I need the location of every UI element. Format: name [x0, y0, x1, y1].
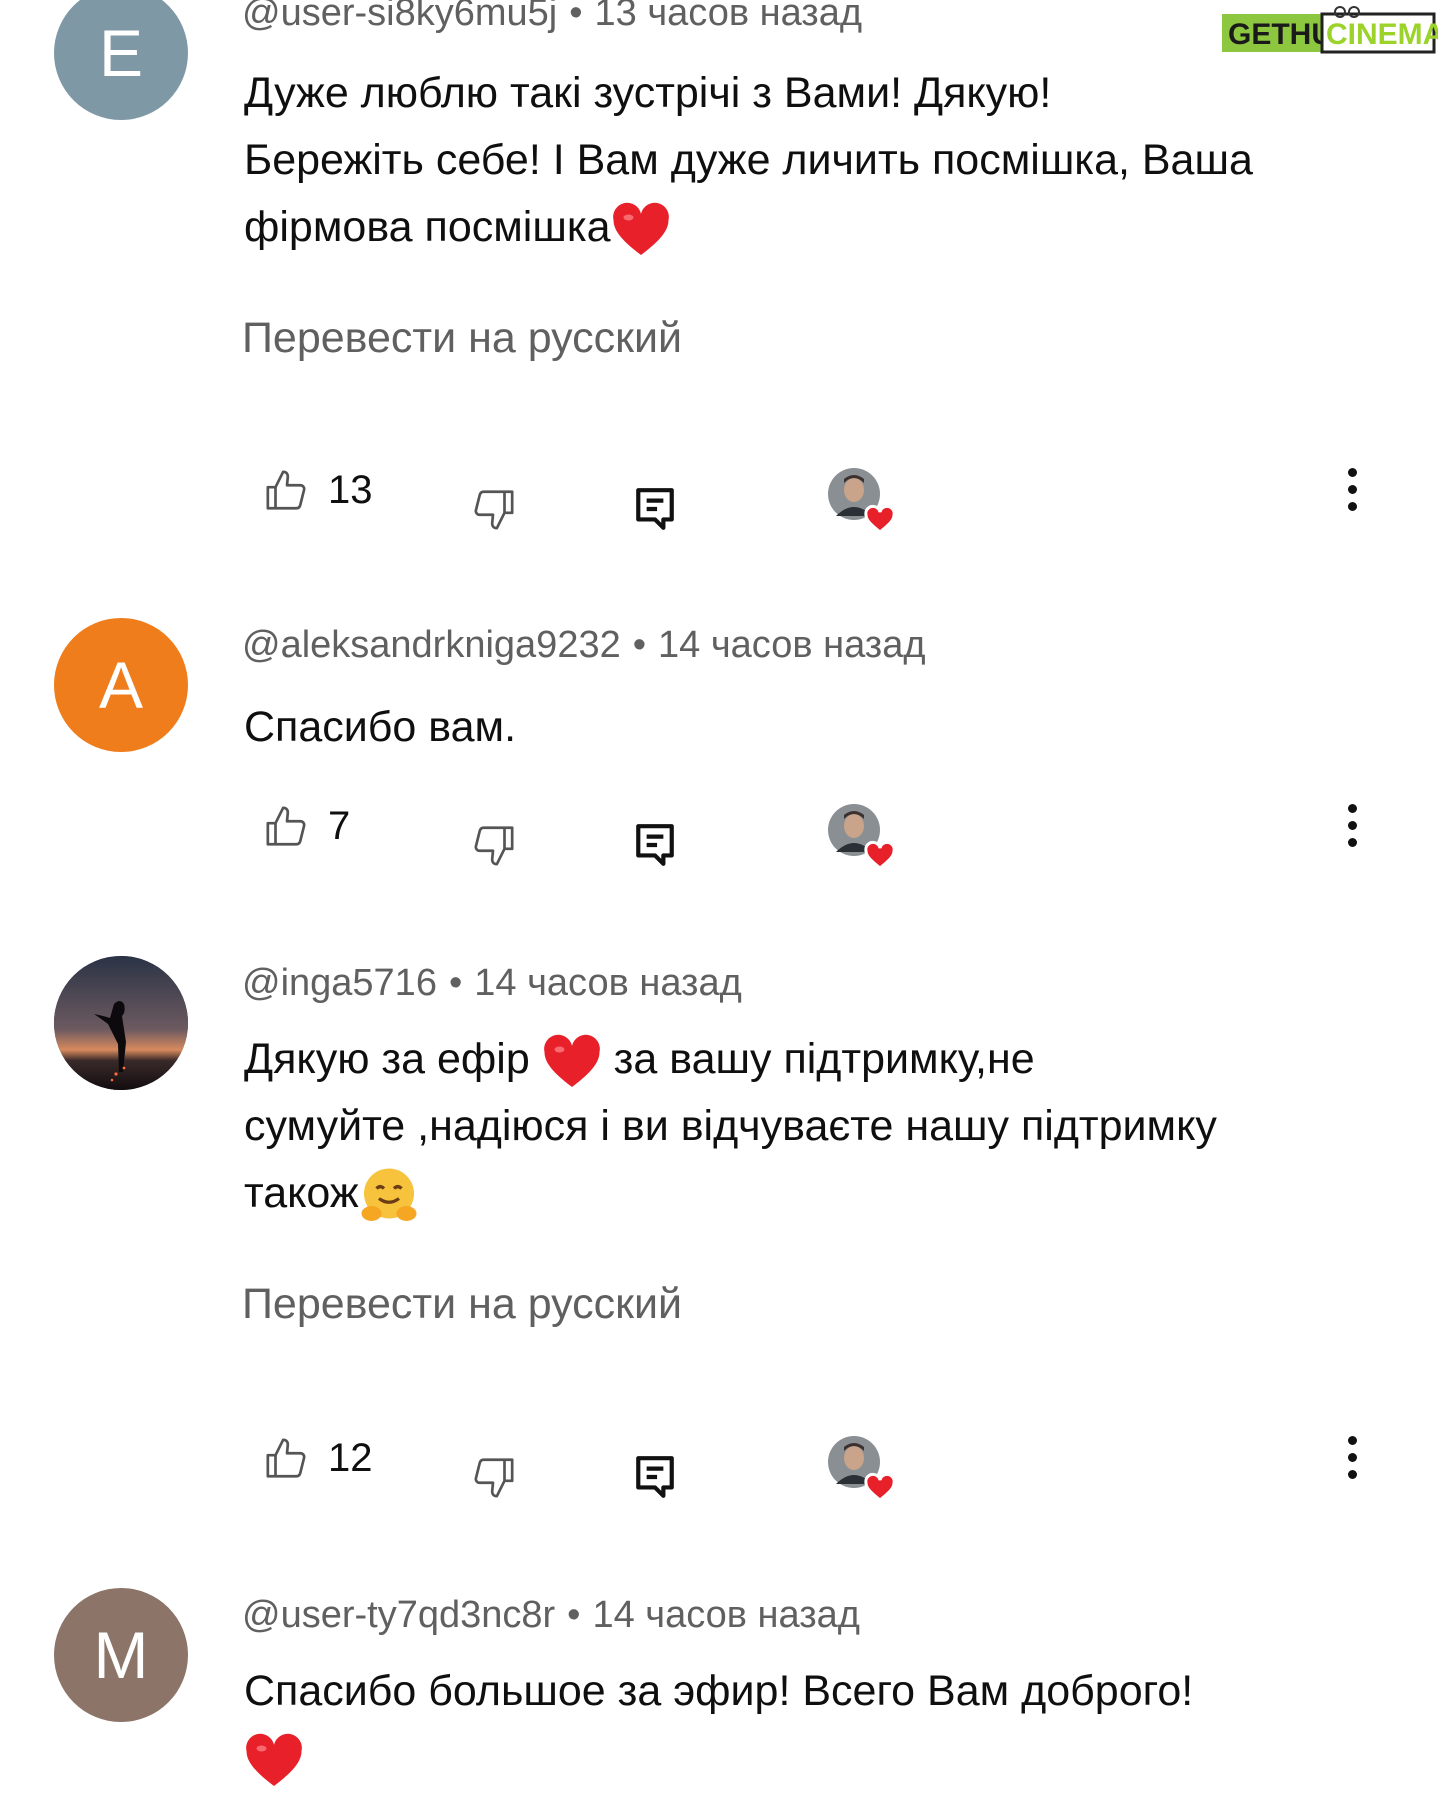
timestamp[interactable]: 14 часов назад [592, 1594, 859, 1636]
reply-icon[interactable] [634, 486, 676, 532]
hugging-face-icon [361, 1168, 417, 1221]
creator-avatar-icon [828, 1436, 896, 1502]
separator: • [569, 0, 583, 34]
avatar-user-ty7qd3nc8r[interactable]: M [54, 1588, 188, 1722]
comment-line: Бережіть себе! І Вам дуже личить посмішк… [244, 136, 1253, 184]
comment-text: Дуже люблю такі зустрічі з Вами! Дякую! … [244, 60, 1404, 261]
translate-link[interactable]: Перевести на русский [242, 314, 682, 363]
comment-line: Спасибо большое за эфир! Всего Вам добро… [244, 1667, 1194, 1715]
like-count: 12 [328, 1436, 373, 1480]
avatar-letter: E [98, 16, 144, 90]
gethucinema-logo: GETHU CINEMA [1222, 6, 1438, 54]
timestamp[interactable]: 14 часов назад [658, 624, 925, 666]
comment-meta: @user-si8ky6mu5j • 13 часов назад [242, 0, 862, 35]
red-heart-icon [543, 1034, 600, 1087]
more-options-icon[interactable] [1346, 804, 1360, 855]
comment-line: також [244, 1160, 1404, 1227]
avatar-letter: M [93, 1618, 149, 1692]
red-heart-icon [246, 1733, 302, 1786]
comment-meta: @inga5716 • 14 часов назад [242, 962, 742, 1005]
dislike-icon[interactable] [470, 822, 516, 868]
comment-line: сумуйте ,надіюся і ви відчуваєте нашу пі… [244, 1102, 1217, 1150]
like-count: 7 [328, 804, 351, 848]
comment-line: Спасибо вам. [244, 703, 517, 751]
creator-heart-avatar [828, 804, 896, 870]
like-count: 13 [328, 468, 373, 512]
silhouette-avatar-image [54, 956, 188, 1090]
username[interactable]: @aleksandrkniga9232 [242, 624, 621, 666]
creator-heart-avatar [828, 468, 896, 534]
dislike-icon[interactable] [470, 486, 516, 532]
creator-heart-avatar [828, 1436, 896, 1502]
timestamp[interactable]: 13 часов назад [595, 0, 862, 34]
reply-icon[interactable] [634, 822, 676, 868]
avatar-aleksandrkniga9232[interactable]: A [54, 618, 188, 752]
like-icon[interactable] [264, 1436, 310, 1482]
separator: • [567, 1594, 581, 1636]
avatar-user-si8ky6mu5j[interactable]: E [54, 0, 188, 120]
comment-actions: 13 [0, 468, 1440, 548]
username[interactable]: @user-si8ky6mu5j [242, 0, 557, 34]
timestamp[interactable]: 14 часов назад [474, 962, 741, 1004]
comment-line: Дякую за ефір за вашу підтримку,не [244, 1026, 1404, 1093]
comment-meta: @user-ty7qd3nc8r • 14 часов назад [242, 1594, 860, 1637]
comment-actions: 12 [0, 1436, 1440, 1516]
comment-line: фірмова посмішка [244, 194, 1404, 261]
comment-meta: @aleksandrkniga9232 • 14 часов назад [242, 624, 926, 667]
watermark-part2: CINEMA [1326, 18, 1438, 51]
creator-avatar-icon [828, 804, 896, 870]
comment-line: Дуже люблю такі зустрічі з Вами! Дякую! [244, 69, 1052, 117]
separator: • [632, 624, 647, 666]
username[interactable]: @inga5716 [242, 962, 437, 1004]
more-options-icon[interactable] [1346, 468, 1360, 519]
dislike-icon[interactable] [470, 1454, 516, 1500]
comment-text: Дякую за ефір за вашу підтримку,не сумуй… [244, 1026, 1404, 1227]
separator: • [448, 962, 463, 1004]
watermark-part1: GETHU [1228, 18, 1333, 51]
comment-text: Спасибо большое за эфир! Всего Вам добро… [244, 1658, 1404, 1792]
red-heart-icon [612, 202, 669, 255]
comment-actions: 7 [0, 804, 1440, 884]
avatar-inga5716[interactable] [54, 956, 188, 1090]
more-options-icon[interactable] [1346, 1436, 1360, 1487]
creator-avatar-icon [828, 468, 896, 534]
reply-icon[interactable] [634, 1454, 676, 1500]
translate-link[interactable]: Перевести на русский [242, 1280, 682, 1329]
comment-text: Спасибо вам. [244, 694, 1404, 761]
avatar-letter: A [98, 648, 144, 722]
comment-line [244, 1725, 1404, 1792]
like-icon[interactable] [264, 804, 310, 850]
username[interactable]: @user-ty7qd3nc8r [242, 1594, 555, 1636]
like-icon[interactable] [264, 468, 310, 514]
